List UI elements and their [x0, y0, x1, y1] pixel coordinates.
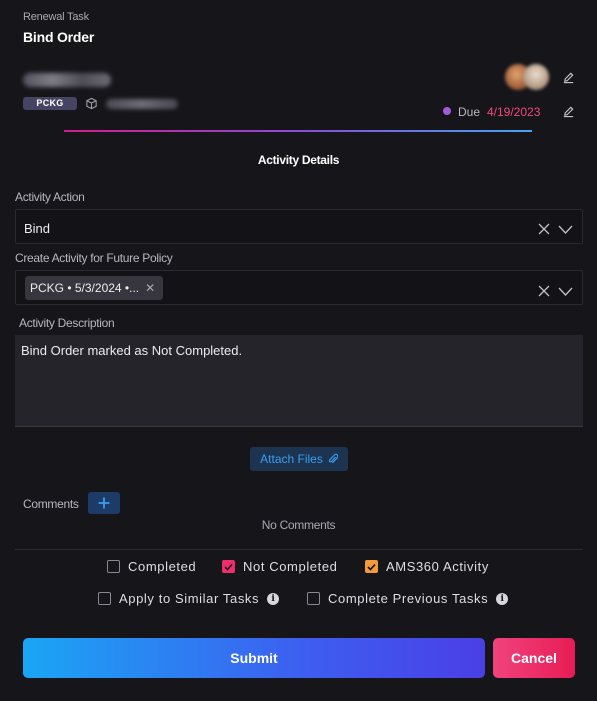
- checkbox-box[interactable]: [365, 560, 378, 573]
- no-comments-text: No Comments: [261, 518, 336, 532]
- activity-action-value: Bind: [24, 221, 51, 236]
- not-completed-label: Not Completed: [243, 559, 338, 574]
- add-comment-button[interactable]: [88, 492, 120, 514]
- ams360-checkbox[interactable]: AMS360 Activity: [365, 559, 489, 574]
- info-icon[interactable]: i: [496, 592, 509, 605]
- complete-previous-label: Complete Previous Tasks: [328, 591, 489, 606]
- clear-icon[interactable]: [538, 223, 550, 235]
- due-date: 4/19/2023: [487, 105, 541, 119]
- policy-chip[interactable]: PCKG • 5/3/2024 •... ✕: [25, 276, 164, 300]
- edit-assignee-icon[interactable]: [562, 71, 575, 84]
- future-policy-label: Create Activity for Future Policy: [15, 251, 173, 265]
- plus-icon: [98, 497, 110, 509]
- future-policy-select[interactable]: PCKG • 5/3/2024 •... ✕: [15, 270, 583, 305]
- description-textarea[interactable]: Bind Order marked as Not Completed.: [15, 335, 583, 427]
- completed-label: Completed: [128, 559, 197, 574]
- policy-chip-label: PCKG • 5/3/2024 •...: [30, 281, 140, 295]
- attach-files-button[interactable]: Attach Files: [250, 447, 348, 471]
- section-title: Activity Details: [257, 153, 340, 167]
- policy-type-badge: PCKG: [23, 97, 77, 110]
- chevron-down-icon[interactable]: [558, 225, 573, 234]
- complete-previous-checkbox[interactable]: Complete Previous Tasks i: [307, 591, 509, 606]
- not-completed-checkbox[interactable]: Not Completed: [222, 559, 338, 574]
- attach-files-label: Attach Files: [260, 452, 323, 466]
- checkmark-icon: [367, 563, 376, 571]
- description-label: Activity Description: [19, 316, 115, 330]
- cube-icon: [86, 97, 97, 110]
- task-title: Bind Order: [23, 29, 95, 45]
- submit-button[interactable]: Submit: [23, 638, 485, 678]
- apply-similar-checkbox[interactable]: Apply to Similar Tasks i: [98, 591, 280, 606]
- divider: [15, 549, 583, 550]
- checkbox-box[interactable]: [98, 592, 111, 605]
- activity-action-label: Activity Action: [15, 190, 85, 204]
- paperclip-icon: [328, 453, 338, 464]
- policy-number-redacted: [106, 99, 178, 109]
- clear-icon[interactable]: [538, 285, 550, 297]
- due-label: Due: [458, 105, 481, 119]
- completed-checkbox[interactable]: Completed: [107, 559, 196, 574]
- edit-due-date-icon[interactable]: [562, 105, 575, 118]
- task-type-label: Renewal Task: [23, 11, 89, 23]
- ams360-label: AMS360 Activity: [386, 559, 489, 574]
- apply-similar-label: Apply to Similar Tasks: [119, 591, 260, 606]
- header-divider: [64, 130, 532, 132]
- comments-label: Comments: [23, 497, 79, 511]
- activity-action-select[interactable]: Bind: [15, 209, 583, 244]
- checkmark-icon: [224, 563, 233, 571]
- cancel-button[interactable]: Cancel: [493, 638, 575, 678]
- checkbox-box[interactable]: [222, 560, 235, 573]
- info-icon[interactable]: i: [267, 592, 280, 605]
- avatar[interactable]: [523, 64, 549, 90]
- checkbox-box[interactable]: [307, 592, 320, 605]
- checkbox-box[interactable]: [107, 560, 120, 573]
- due-status-dot: [443, 107, 451, 115]
- chevron-down-icon[interactable]: [558, 287, 573, 296]
- chip-remove-icon[interactable]: ✕: [145, 281, 155, 295]
- client-name-redacted: [23, 73, 111, 87]
